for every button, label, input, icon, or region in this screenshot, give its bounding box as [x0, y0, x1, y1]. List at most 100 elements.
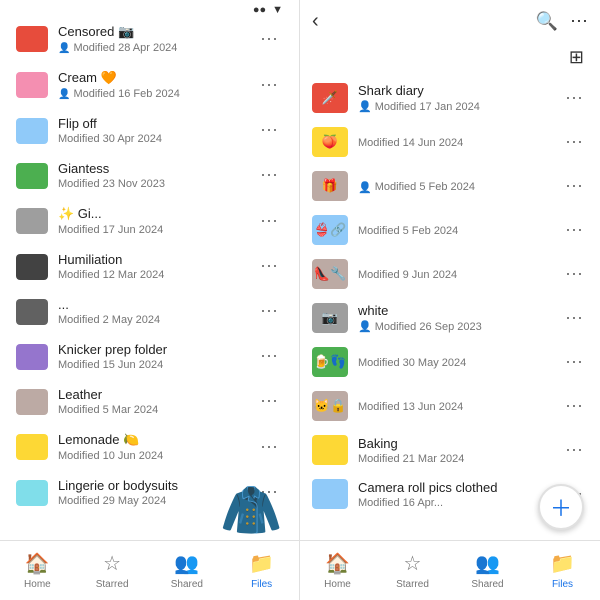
more-button[interactable]: ⋯	[561, 436, 588, 465]
folder-date: Modified 5 Mar 2024	[58, 404, 158, 416]
list-item[interactable]: Cream 🧡 👤 Modified 16 Feb 2024 ⋯	[0, 62, 299, 108]
nav-icon: 👥	[174, 551, 199, 576]
folder-info: Lingerie or bodysuits Modified 29 May 20…	[58, 478, 256, 507]
table-row[interactable]: 👠🔧 Modified 9 Jun 2024 ⋯	[300, 252, 600, 296]
folder-date: Modified 2 May 2024	[58, 314, 160, 326]
nav-label: Home	[324, 579, 351, 590]
list-item[interactable]: Leather Modified 5 Mar 2024 ⋯	[0, 379, 299, 424]
more-button[interactable]: ⋯	[561, 84, 588, 113]
more-button[interactable]: ⋯	[256, 25, 283, 54]
folder-meta: Modified 12 Mar 2024	[58, 269, 256, 281]
folder-icon: 🍺👣	[312, 347, 348, 377]
add-button[interactable]: ＋	[538, 484, 584, 530]
folder-name: Lingerie or bodysuits	[58, 478, 256, 493]
more-button[interactable]: ⋯	[256, 161, 283, 190]
shared-icon: 👤	[58, 89, 70, 100]
right-nav-item-files[interactable]: 📁 Files	[525, 541, 600, 600]
more-button[interactable]: ⋯	[256, 433, 283, 462]
folder-name: Leather	[58, 387, 256, 402]
table-row[interactable]: Baking Modified 21 Mar 2024 ⋯	[300, 428, 600, 472]
folder-icon: 🎁	[312, 171, 348, 201]
nav-item-shared[interactable]: 👥 Shared	[150, 541, 225, 600]
folder-info: Flip off Modified 30 Apr 2024	[58, 116, 256, 145]
list-item[interactable]: Flip off Modified 30 Apr 2024 ⋯	[0, 108, 299, 153]
more-button[interactable]: ⋯	[561, 172, 588, 201]
more-button[interactable]: ⋯	[256, 71, 283, 100]
header-icons: 🔍 ⋯	[536, 11, 588, 32]
item-meta: Modified 16 Apr...	[358, 497, 561, 509]
item-meta: 👤 Modified 17 Jan 2024	[358, 100, 561, 113]
item-date: Modified 30 May 2024	[358, 357, 466, 369]
more-button[interactable]: ⋯	[256, 252, 283, 281]
folder-date: Modified 16 Feb 2024	[73, 88, 179, 100]
table-row[interactable]: 🍑 Modified 14 Jun 2024 ⋯	[300, 120, 600, 164]
more-button[interactable]: ⋯	[256, 478, 283, 507]
more-button[interactable]: ⋯	[561, 392, 588, 421]
more-button[interactable]: ⋯	[561, 260, 588, 289]
right-panel: ‹ 🔍 ⋯ ⊞ 🗡️ Shark diary 👤 Modified 17 Jan…	[300, 0, 600, 600]
right-nav-item-home[interactable]: 🏠 Home	[300, 541, 375, 600]
folder-meta: Modified 15 Jun 2024	[58, 359, 256, 371]
nav-label: Starred	[96, 579, 129, 590]
list-item[interactable]: Censored 📷 👤 Modified 28 Apr 2024 ⋯	[0, 16, 299, 62]
table-row[interactable]: 🎁 👤 Modified 5 Feb 2024 ⋯	[300, 164, 600, 208]
nav-label: Files	[251, 579, 272, 590]
folder-emoji: 🎁	[322, 178, 338, 194]
item-info: Camera roll pics clothed Modified 16 Apr…	[358, 480, 561, 509]
table-row[interactable]: 🐱🔒 Modified 13 Jun 2024 ⋯	[300, 384, 600, 428]
folder-name: Knicker prep folder	[58, 342, 256, 357]
item-name: Shark diary	[358, 83, 561, 98]
table-row[interactable]: 📷 white 👤 Modified 26 Sep 2023 ⋯	[300, 296, 600, 340]
search-icon[interactable]: 🔍	[536, 11, 558, 32]
left-panel: ●●▼ Censored 📷 👤 Modified 28 Apr 2024 ⋯ …	[0, 0, 300, 600]
table-row[interactable]: 🍺👣 Modified 30 May 2024 ⋯	[300, 340, 600, 384]
more-button[interactable]: ⋯	[256, 297, 283, 326]
folder-info: ... Modified 2 May 2024	[58, 297, 256, 326]
folder-date: Modified 28 Apr 2024	[73, 42, 177, 54]
list-item[interactable]: Knicker prep folder Modified 15 Jun 2024…	[0, 334, 299, 379]
table-row[interactable]: 👙🔗 Modified 5 Feb 2024 ⋯	[300, 208, 600, 252]
item-date: Modified 5 Feb 2024	[358, 225, 458, 237]
grid-view-icon[interactable]: ⊞	[569, 47, 584, 68]
list-item[interactable]: Giantess Modified 23 Nov 2023 ⋯	[0, 153, 299, 198]
right-nav-item-starred[interactable]: ☆ Starred	[375, 541, 450, 600]
list-item[interactable]: ✨ Gi... Modified 17 Jun 2024 ⋯	[0, 198, 299, 244]
folder-meta: Modified 10 Jun 2024	[58, 450, 256, 462]
nav-item-files[interactable]: 📁 Files	[224, 541, 299, 600]
more-button[interactable]: ⋯	[256, 207, 283, 236]
nav-item-starred[interactable]: ☆ Starred	[75, 541, 150, 600]
item-name: Baking	[358, 436, 561, 451]
folder-icon	[16, 480, 48, 506]
more-button[interactable]: ⋯	[256, 387, 283, 416]
more-button[interactable]: ⋯	[256, 116, 283, 145]
folder-icon	[16, 434, 48, 460]
folder-info: Leather Modified 5 Mar 2024	[58, 387, 256, 416]
folder-name: ✨ Gi...	[58, 206, 256, 222]
back-button[interactable]: ‹	[312, 10, 319, 33]
more-button[interactable]: ⋯	[561, 216, 588, 245]
more-button[interactable]: ⋯	[561, 348, 588, 377]
folder-name: Cream 🧡	[58, 70, 256, 86]
more-button[interactable]: ⋯	[561, 304, 588, 333]
nav-label: Files	[552, 579, 573, 590]
list-item[interactable]: Humiliation Modified 12 Mar 2024 ⋯	[0, 244, 299, 289]
nav-icon: 📁	[550, 551, 575, 576]
more-button[interactable]: ⋯	[561, 128, 588, 157]
list-item[interactable]: ... Modified 2 May 2024 ⋯	[0, 289, 299, 334]
folder-emoji: 🗡️	[322, 90, 338, 106]
nav-item-home[interactable]: 🏠 Home	[0, 541, 75, 600]
more-options-icon[interactable]: ⋯	[570, 11, 588, 32]
list-item[interactable]: Lemonade 🍋 Modified 10 Jun 2024 ⋯	[0, 424, 299, 470]
folder-icon: 🗡️	[312, 83, 348, 113]
folder-emoji: 🍑	[322, 134, 338, 150]
folder-info: Knicker prep folder Modified 15 Jun 2024	[58, 342, 256, 371]
item-name: Camera roll pics clothed	[358, 480, 561, 495]
more-button[interactable]: ⋯	[256, 342, 283, 371]
item-date: Modified 9 Jun 2024	[358, 269, 457, 281]
right-nav-item-shared[interactable]: 👥 Shared	[450, 541, 525, 600]
table-row[interactable]: 🗡️ Shark diary 👤 Modified 17 Jan 2024 ⋯	[300, 76, 600, 120]
folder-date: Modified 29 May 2024	[58, 495, 166, 507]
right-folder-list: 🗡️ Shark diary 👤 Modified 17 Jan 2024 ⋯ …	[300, 76, 600, 540]
list-item[interactable]: Lingerie or bodysuits Modified 29 May 20…	[0, 470, 299, 515]
folder-icon	[312, 479, 348, 509]
